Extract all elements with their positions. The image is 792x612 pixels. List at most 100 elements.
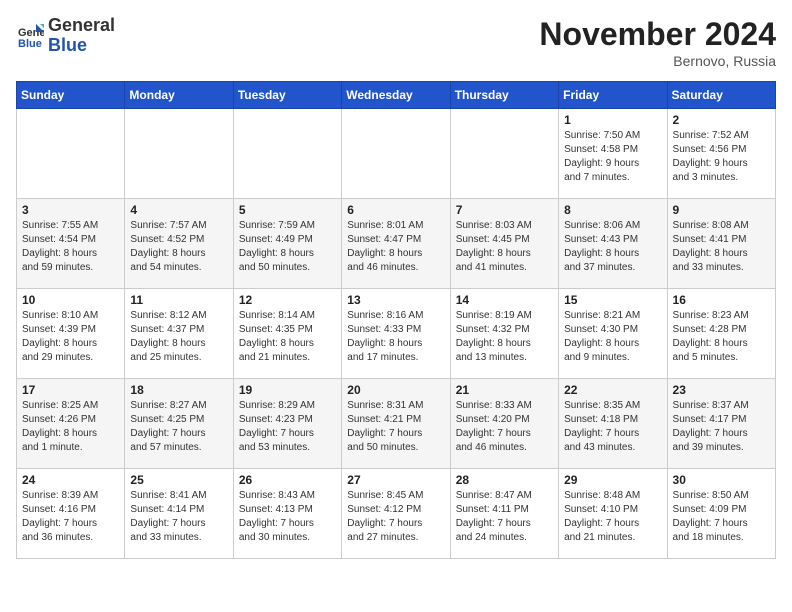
- day-info: Sunrise: 8:39 AM Sunset: 4:16 PM Dayligh…: [22, 489, 119, 545]
- day-number: 29: [564, 473, 661, 487]
- day-number: 21: [456, 383, 553, 397]
- day-cell: 20Sunrise: 8:31 AM Sunset: 4:21 PM Dayli…: [342, 379, 450, 469]
- week-row-5: 24 Sunrise: 8:39 AM Sunset: 4:16 PM Dayli…: [17, 469, 776, 559]
- day-cell: 1 Sunrise: 7:50 AM Sunset: 4:58 PM Daylig…: [559, 109, 667, 199]
- day-info: Sunrise: 8:03 AM Sunset: 4:45 PM Dayligh…: [456, 219, 553, 275]
- day-info: Sunrise: 8:06 AM Sunset: 4:43 PM Dayligh…: [564, 219, 661, 275]
- day-number: 25: [130, 473, 227, 487]
- day-number: 19: [239, 383, 336, 397]
- day-cell: 6 Sunrise: 8:01 AM Sunset: 4:47 PM Daylig…: [342, 199, 450, 289]
- day-info: Sunrise: 8:12 AM Sunset: 4:37 PM Dayligh…: [130, 309, 227, 365]
- day-cell: 15 Sunrise: 8:21 AM Sunset: 4:30 PM Dayli…: [559, 289, 667, 379]
- day-info: Sunrise: 7:55 AM Sunset: 4:54 PM Dayligh…: [22, 219, 119, 275]
- day-number: 22: [564, 383, 661, 397]
- day-cell: 24 Sunrise: 8:39 AM Sunset: 4:16 PM Dayli…: [17, 469, 125, 559]
- day-number: 17: [22, 383, 119, 397]
- day-info: Sunrise: 8:47 AM Sunset: 4:11 PM Dayligh…: [456, 489, 553, 545]
- logo-blue-text: Blue: [48, 35, 87, 55]
- day-number: 18: [130, 383, 227, 397]
- logo-icon: General Blue: [16, 22, 44, 50]
- week-row-3: 10 Sunrise: 8:10 AM Sunset: 4:39 PM Dayli…: [17, 289, 776, 379]
- day-info: Sunrise: 8:50 AM Sunset: 4:09 PM Dayligh…: [673, 489, 770, 545]
- day-info: Sunrise: 8:25 AM Sunset: 4:26 PM Dayligh…: [22, 399, 119, 455]
- day-info: Sunrise: 8:45 AM Sunset: 4:12 PM Dayligh…: [347, 489, 444, 545]
- day-cell: 16 Sunrise: 8:23 AM Sunset: 4:28 PM Dayli…: [667, 289, 775, 379]
- week-row-1: 1 Sunrise: 7:50 AM Sunset: 4:58 PM Daylig…: [17, 109, 776, 199]
- day-number: 1: [564, 113, 661, 127]
- day-cell: 18 Sunrise: 8:27 AM Sunset: 4:25 PM Dayli…: [125, 379, 233, 469]
- day-cell: 22 Sunrise: 8:35 AM Sunset: 4:18 PM Dayli…: [559, 379, 667, 469]
- day-number: 13: [347, 293, 444, 307]
- svg-text:Blue: Blue: [18, 38, 42, 50]
- day-info: Sunrise: 8:19 AM Sunset: 4:32 PM Dayligh…: [456, 309, 553, 365]
- day-info: Sunrise: 8:35 AM Sunset: 4:18 PM Dayligh…: [564, 399, 661, 455]
- calendar-table: SundayMondayTuesdayWednesdayThursdayFrid…: [16, 81, 776, 559]
- day-number: 8: [564, 203, 661, 217]
- location: Bernovo, Russia: [539, 53, 776, 69]
- week-row-4: 17 Sunrise: 8:25 AM Sunset: 4:26 PM Dayli…: [17, 379, 776, 469]
- day-cell: 5 Sunrise: 7:59 AM Sunset: 4:49 PM Daylig…: [233, 199, 341, 289]
- day-number: 15: [564, 293, 661, 307]
- day-cell: 30Sunrise: 8:50 AM Sunset: 4:09 PM Dayli…: [667, 469, 775, 559]
- day-number: 2: [673, 113, 770, 127]
- week-row-2: 3 Sunrise: 7:55 AM Sunset: 4:54 PM Daylig…: [17, 199, 776, 289]
- day-number: 26: [239, 473, 336, 487]
- day-cell: 8 Sunrise: 8:06 AM Sunset: 4:43 PM Daylig…: [559, 199, 667, 289]
- weekday-header-friday: Friday: [559, 82, 667, 109]
- weekday-header-sunday: Sunday: [17, 82, 125, 109]
- day-info: Sunrise: 8:31 AM Sunset: 4:21 PM Dayligh…: [347, 399, 444, 455]
- day-number: 6: [347, 203, 444, 217]
- day-cell: 14 Sunrise: 8:19 AM Sunset: 4:32 PM Dayli…: [450, 289, 558, 379]
- day-cell: [17, 109, 125, 199]
- weekday-header-tuesday: Tuesday: [233, 82, 341, 109]
- day-number: 16: [673, 293, 770, 307]
- day-cell: 13 Sunrise: 8:16 AM Sunset: 4:33 PM Dayli…: [342, 289, 450, 379]
- day-cell: 3 Sunrise: 7:55 AM Sunset: 4:54 PM Daylig…: [17, 199, 125, 289]
- day-number: 3: [22, 203, 119, 217]
- day-info: Sunrise: 8:16 AM Sunset: 4:33 PM Dayligh…: [347, 309, 444, 365]
- day-info: Sunrise: 7:50 AM Sunset: 4:58 PM Dayligh…: [564, 129, 661, 185]
- day-cell: 28 Sunrise: 8:47 AM Sunset: 4:11 PM Dayli…: [450, 469, 558, 559]
- weekday-header-thursday: Thursday: [450, 82, 558, 109]
- day-info: Sunrise: 8:29 AM Sunset: 4:23 PM Dayligh…: [239, 399, 336, 455]
- day-cell: 2 Sunrise: 7:52 AM Sunset: 4:56 PM Daylig…: [667, 109, 775, 199]
- day-number: 12: [239, 293, 336, 307]
- day-cell: 17 Sunrise: 8:25 AM Sunset: 4:26 PM Dayli…: [17, 379, 125, 469]
- weekday-header-row: SundayMondayTuesdayWednesdayThursdayFrid…: [17, 82, 776, 109]
- logo: General Blue General Blue: [16, 16, 115, 56]
- weekday-header-saturday: Saturday: [667, 82, 775, 109]
- header: General Blue General Blue November 2024 …: [16, 16, 776, 69]
- day-number: 4: [130, 203, 227, 217]
- day-number: 27: [347, 473, 444, 487]
- day-cell: 29 Sunrise: 8:48 AM Sunset: 4:10 PM Dayli…: [559, 469, 667, 559]
- day-number: 14: [456, 293, 553, 307]
- day-cell: [450, 109, 558, 199]
- weekday-header-wednesday: Wednesday: [342, 82, 450, 109]
- day-info: Sunrise: 8:33 AM Sunset: 4:20 PM Dayligh…: [456, 399, 553, 455]
- day-number: 28: [456, 473, 553, 487]
- day-info: Sunrise: 8:01 AM Sunset: 4:47 PM Dayligh…: [347, 219, 444, 275]
- day-info: Sunrise: 8:08 AM Sunset: 4:41 PM Dayligh…: [673, 219, 770, 275]
- day-number: 10: [22, 293, 119, 307]
- day-info: Sunrise: 8:14 AM Sunset: 4:35 PM Dayligh…: [239, 309, 336, 365]
- day-cell: 12 Sunrise: 8:14 AM Sunset: 4:35 PM Dayli…: [233, 289, 341, 379]
- day-info: Sunrise: 8:23 AM Sunset: 4:28 PM Dayligh…: [673, 309, 770, 365]
- day-info: Sunrise: 8:10 AM Sunset: 4:39 PM Dayligh…: [22, 309, 119, 365]
- day-cell: 10 Sunrise: 8:10 AM Sunset: 4:39 PM Dayli…: [17, 289, 125, 379]
- logo-general-text: General: [48, 15, 115, 35]
- day-info: Sunrise: 7:59 AM Sunset: 4:49 PM Dayligh…: [239, 219, 336, 275]
- day-info: Sunrise: 8:48 AM Sunset: 4:10 PM Dayligh…: [564, 489, 661, 545]
- day-cell: [125, 109, 233, 199]
- day-number: 5: [239, 203, 336, 217]
- day-cell: [233, 109, 341, 199]
- weekday-header-monday: Monday: [125, 82, 233, 109]
- day-info: Sunrise: 7:52 AM Sunset: 4:56 PM Dayligh…: [673, 129, 770, 185]
- day-cell: 7 Sunrise: 8:03 AM Sunset: 4:45 PM Daylig…: [450, 199, 558, 289]
- day-info: Sunrise: 8:27 AM Sunset: 4:25 PM Dayligh…: [130, 399, 227, 455]
- day-info: Sunrise: 8:43 AM Sunset: 4:13 PM Dayligh…: [239, 489, 336, 545]
- day-number: 24: [22, 473, 119, 487]
- day-info: Sunrise: 8:21 AM Sunset: 4:30 PM Dayligh…: [564, 309, 661, 365]
- day-cell: 23Sunrise: 8:37 AM Sunset: 4:17 PM Dayli…: [667, 379, 775, 469]
- day-number: 7: [456, 203, 553, 217]
- day-cell: [342, 109, 450, 199]
